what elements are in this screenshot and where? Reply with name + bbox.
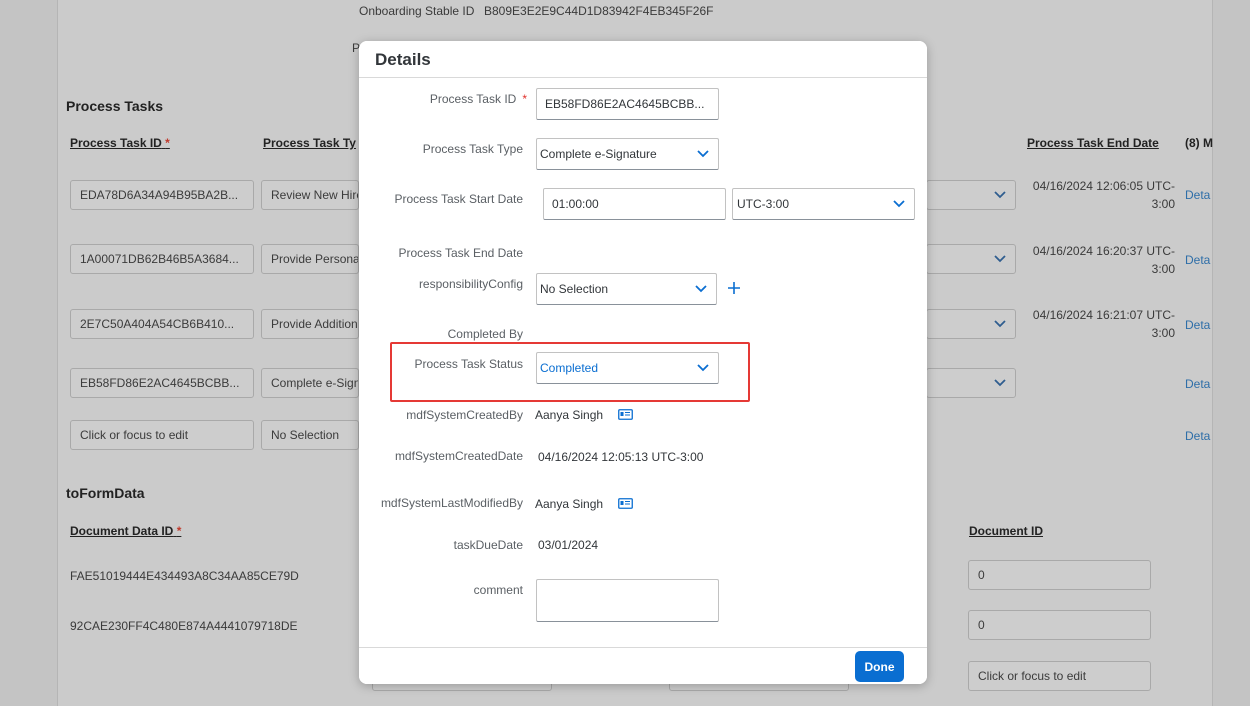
contact-card-icon[interactable] [618,409,633,420]
chevron-down-icon [994,320,1006,328]
modified-by-label: mdfSystemLastModifiedBy [380,496,523,510]
row-end-date: 04/16/2024 16:20:37 UTC-3:00 [1032,244,1175,276]
created-date-value: 04/16/2024 12:05:13 UTC-3:00 [538,450,704,464]
start-timezone-select[interactable]: UTC-3:00 [732,188,915,220]
row-details-link[interactable]: Deta [1185,253,1210,267]
dialog-title: Details [375,50,431,69]
document-data-id-value: FAE51019444E434493A8C34AA85CE79D [70,569,299,583]
col-document-id[interactable]: Document ID [969,524,1043,538]
row-task-id-field[interactable]: 1A00071DB62B46B5A3684... [70,244,254,274]
contact-card-icon[interactable] [618,498,633,509]
row-select[interactable] [926,309,1016,339]
chevron-down-icon [994,379,1006,387]
responsibility-select[interactable]: No Selection [536,273,717,305]
start-time-input[interactable]: 01:00:00 [543,188,726,220]
responsibility-label: responsibilityConfig [418,277,523,291]
add-icon[interactable] [727,281,741,295]
modified-by-value[interactable]: Aanya Singh [535,497,603,511]
row-end-date: 04/16/2024 16:21:07 UTC-3:00 [1032,308,1175,340]
end-date-label: Process Task End Date [398,246,523,260]
row-details-link[interactable]: Deta [1185,188,1210,202]
created-by-value[interactable]: Aanya Singh [535,408,603,422]
due-date-value: 03/01/2024 [538,538,599,552]
comment-label: comment [473,583,523,597]
created-by-label: mdfSystemCreatedBy [406,408,523,422]
onboarding-stable-id-label: Onboarding Stable ID [359,4,475,18]
col-document-data-id[interactable]: Document Data ID * [70,524,181,538]
task-id-input[interactable]: EB58FD86E2AC4645BCBB... [536,88,719,120]
row-task-type-field[interactable]: No Selection [261,420,359,450]
row-details-link[interactable]: Deta [1185,318,1210,332]
process-tasks-heading: Process Tasks [66,98,164,114]
row-task-id-field[interactable]: Click or focus to edit [70,420,254,450]
chevron-down-icon [697,150,709,158]
row-select[interactable] [926,368,1016,398]
row-task-type-field[interactable]: Provide Additiona [261,309,359,339]
chevron-down-icon [695,285,707,293]
row-task-type-field[interactable]: Complete e-Sign [261,368,359,398]
col-process-task-id[interactable]: Process Task ID * [70,136,170,150]
task-type-label: Process Task Type [422,142,523,156]
done-button[interactable]: Done [855,651,904,682]
task-id-label: Process Task ID * [429,92,527,106]
document-id-field[interactable]: 0 [968,610,1151,640]
to-form-data-heading: toFormData [66,485,145,501]
row-select[interactable] [926,180,1016,210]
chevron-down-icon [994,191,1006,199]
row-end-date: 04/16/2024 12:06:05 UTC-3:00 [1032,179,1175,211]
document-id-field[interactable]: Click or focus to edit [968,661,1151,691]
dialog-footer: Done [359,647,927,684]
col-more: (8) M [1185,136,1213,150]
row-select[interactable] [926,244,1016,274]
col-process-task-end-date[interactable]: Process Task End Date [1027,136,1159,150]
row-task-id-field[interactable]: 2E7C50A404A54CB6B410... [70,309,254,339]
document-data-id-value: 92CAE230FF4C480E874A4441079718DE [70,619,298,633]
document-id-field[interactable]: 0 [968,560,1151,590]
row-task-id-field[interactable]: EDA78D6A34A94B95BA2B... [70,180,254,210]
chevron-down-icon [893,200,905,208]
dialog-header: Details [359,41,927,78]
row-details-link[interactable]: Deta [1185,377,1210,391]
task-type-select[interactable]: Complete e-Signature [536,138,719,170]
chevron-down-icon [994,255,1006,263]
created-date-label: mdfSystemCreatedDate [394,449,523,463]
row-task-id-field[interactable]: EB58FD86E2AC4645BCBB... [70,368,254,398]
comment-textarea[interactable] [536,579,719,622]
completed-by-label: Completed By [447,327,523,341]
onboarding-stable-id-value: B809E3E2E9C44D1D83942F4EB345F26F [484,4,714,18]
row-task-type-field[interactable]: Review New Hire [261,180,359,210]
row-task-type-field[interactable]: Provide Personal [261,244,359,274]
due-date-label: taskDueDate [453,538,523,552]
col-process-task-type[interactable]: Process Task Ty [263,136,356,150]
highlight-box [390,342,750,402]
row-details-link[interactable]: Deta [1185,429,1210,443]
start-date-label: Process Task Start Date [394,192,524,206]
